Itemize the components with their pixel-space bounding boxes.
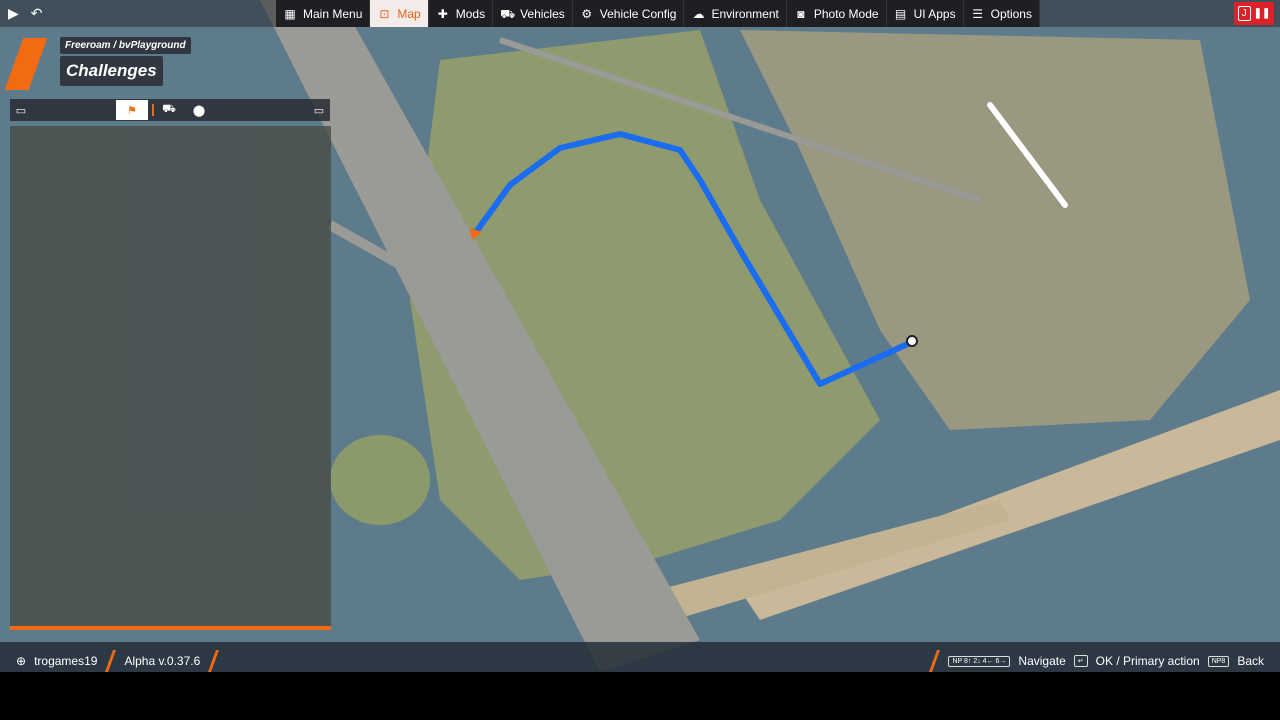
main-menu-bar: ▦ Main Menu ⊡ Map ✚ Mods ⛟ Vehicles ⚙ Vehicle… — [276, 0, 1040, 27]
tab-location-pin-icon[interactable]: ⬤ — [188, 100, 210, 120]
mission-tabs: ▭ ⚑ ⛟ ⬤ ▭ — [10, 99, 330, 121]
menu-vehicle-config[interactable]: ⚙ Vehicle Config — [573, 0, 685, 27]
back-key-icon: NP8 — [1207, 655, 1230, 667]
menu-map[interactable]: ⊡ Map — [370, 0, 429, 27]
apps-icon: ▤ — [894, 6, 907, 21]
panel-accent-bar — [10, 626, 331, 630]
weather-icon: ☁ — [692, 6, 705, 21]
version: Alpha v.0.37.6 — [124, 654, 201, 668]
hint-navigate[interactable]: Navigate — [1018, 654, 1065, 668]
menu-ui-apps[interactable]: ▤ UI Apps — [887, 0, 964, 27]
play-icon[interactable]: ▶ — [8, 5, 19, 22]
destination-marker — [906, 335, 918, 347]
pause-icon: ❚❚ — [1253, 8, 1271, 19]
tab-challenges-flag-icon[interactable]: ⚑ — [116, 100, 148, 120]
island-park — [330, 435, 430, 525]
account-icon: ⊕ — [16, 654, 27, 668]
menu-main-menu[interactable]: ▦ Main Menu — [276, 0, 371, 27]
menu-options[interactable]: ☰ Options — [964, 0, 1040, 27]
menu-photo-mode[interactable]: ◙ Photo Mode — [787, 0, 887, 27]
main-menu-icon: ▦ — [284, 6, 296, 21]
hint-ok[interactable]: OK / Primary action — [1096, 654, 1200, 668]
page-title: Challenges — [60, 56, 163, 86]
username: trogames19 — [34, 654, 98, 668]
car-icon: ⛟ — [500, 6, 516, 21]
bottom-bar: ⊕ trogames19 Alpha v.0.37.6 NP 8↑ 2↓ 4← 6→… — [0, 642, 1280, 672]
navigate-key-icon: NP 8↑ 2↓ 4← 6→ — [948, 655, 1011, 667]
tab-vehicle-icon[interactable]: ⛟ — [158, 100, 180, 120]
breadcrumb: Freeroam / bvPlayground — [60, 37, 191, 54]
sliders-icon: ☰ — [972, 6, 983, 21]
menu-environment[interactable]: ☁ Environment — [684, 0, 787, 27]
tab-next-icon[interactable]: ▭ — [308, 100, 330, 120]
challenge-list-panel[interactable] — [10, 126, 331, 628]
map-icon: ⊡ — [379, 6, 390, 21]
hint-back[interactable]: Back — [1237, 654, 1264, 668]
camera-icon: ◙ — [797, 6, 805, 21]
puzzle-icon: ✚ — [437, 6, 448, 21]
menu-vehicles[interactable]: ⛟ Vehicles — [493, 0, 573, 27]
pause-button[interactable]: J ❚❚ — [1234, 2, 1274, 25]
enter-key-icon: ↵ — [1073, 655, 1088, 667]
tab-prev-icon[interactable]: ▭ — [10, 100, 32, 120]
menu-mods[interactable]: ✚ Mods — [429, 0, 494, 27]
back-icon[interactable]: ↶ — [31, 5, 43, 22]
top-bar: ▶ ↶ ▦ Main Menu ⊡ Map ✚ Mods ⛟ Vehicles ⚙ Vehi… — [0, 0, 1280, 27]
engine-icon: ⚙ — [581, 6, 593, 21]
